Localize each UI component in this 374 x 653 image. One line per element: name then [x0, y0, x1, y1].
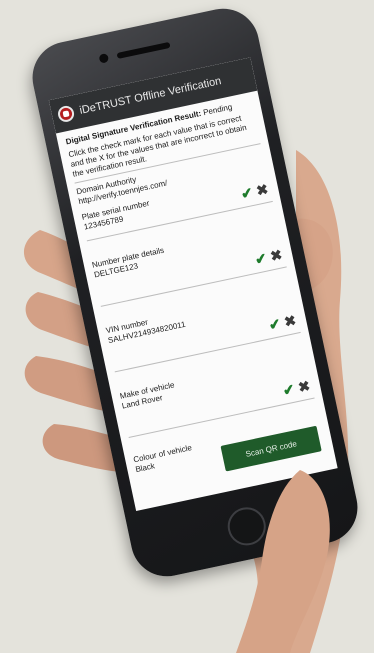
photo-scene: iDeTRUST Offline Verification Digital Si… [0, 0, 374, 653]
thumb-illustration [236, 470, 330, 653]
